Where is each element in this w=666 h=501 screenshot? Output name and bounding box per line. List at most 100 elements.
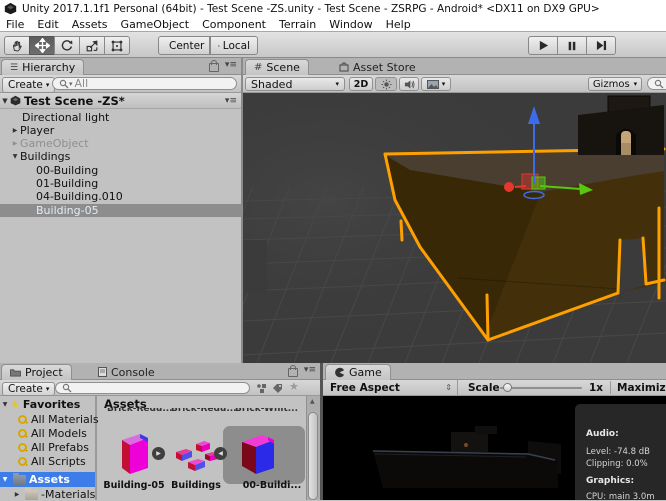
foldout-icon[interactable]: ▶ [10,127,20,134]
scene-lighting-button[interactable] [375,77,397,91]
scale-slider-knob[interactable] [503,383,512,392]
move-tool-button[interactable] [29,36,55,55]
project-tabstrip: Project Console ▾≡ [0,363,320,380]
menu-help[interactable]: Help [386,18,411,31]
prefab-collapse-button[interactable]: ◀ [214,447,227,460]
chevron-down-icon: ▾ [633,80,638,88]
project-create-button[interactable]: Create ▾ [2,382,56,396]
star-icon: ★ [10,398,20,411]
scale-slider-track[interactable] [500,387,582,389]
rotation-local-label: Local [222,39,250,52]
hierarchy-create-button[interactable]: Create ▾ [2,77,56,93]
hierarchy-toolbar: Create ▾ ▾ All [0,75,241,93]
tab-game[interactable]: Game [325,364,391,380]
scene-viewport[interactable] [243,93,666,363]
hierarchy-item-00-building[interactable]: 00-Building [0,164,277,177]
search-by-label-icon[interactable] [272,383,283,393]
game-toolbar: Free Aspect ⇕ Scale 1x Maximize O [323,380,666,396]
asset-grid-scrollbar[interactable]: ▲ [306,396,320,500]
asset-thumbnail-buildings[interactable] [172,430,220,478]
asset-label-00-building[interactable]: 00-Buildi... [237,480,306,491]
rect-tool-icon [111,40,123,51]
foldout-icon[interactable]: ▶ [10,140,20,147]
search-by-type-icon[interactable] [256,383,267,393]
rect-tool-button[interactable] [104,36,130,55]
scene-root-label: Test Scene -ZS* [24,93,125,108]
favorite-all-materials[interactable]: All Materials [0,413,112,426]
draw-mode-dropdown[interactable]: Shaded ▾ [245,77,345,91]
hierarchy-item-04-building[interactable]: 04-Building.010 [0,190,277,203]
pivot-center-button[interactable]: Center [158,36,210,55]
gizmos-dropdown[interactable]: Gizmos ▾ [588,77,642,91]
step-button[interactable] [586,36,616,55]
hierarchy-item-player[interactable]: ▶ Player [0,124,251,137]
scale-tool-button[interactable] [79,36,105,55]
menu-file[interactable]: File [6,18,24,31]
maximize-on-play-button[interactable]: Maximize O [617,382,666,394]
project-search-input[interactable] [55,382,250,394]
hierarchy-item-buildings[interactable]: ▼ Buildings [0,150,251,163]
scrollbar-thumb[interactable] [308,412,318,500]
tab-scene[interactable]: # Scene [245,59,309,75]
window-title: Unity 2017.1.1f1 Personal (64bit) - Test… [22,2,600,15]
aspect-dropdown[interactable]: Free Aspect ⇕ [325,380,458,395]
scene-effects-dropdown[interactable]: ▾ [421,77,451,91]
search-filter-chevron[interactable]: ▾ [69,80,73,88]
lock-icon[interactable] [209,60,219,72]
play-button[interactable] [528,36,558,55]
asset-label-buildings[interactable]: Buildings [161,480,231,491]
tab-project[interactable]: Project [1,364,72,380]
2d-toggle-button[interactable]: 2D [349,77,373,91]
gizmo-axis-x[interactable] [514,185,527,188]
scene-search-input[interactable] [647,77,666,90]
foldout-icon[interactable]: ▼ [0,476,10,483]
favorite-all-prefabs[interactable]: All Prefabs [0,441,112,454]
scene-panel: # Scene Asset Store Shaded ▾ 2D ▾ Gizmos… [243,58,666,363]
scene-audio-button[interactable] [399,77,419,91]
scene-menu-icon[interactable]: ▾≡ [225,96,237,106]
panel-menu-icon[interactable]: ▾≡ [225,60,237,70]
menu-component[interactable]: Component [202,18,266,31]
gizmo-x-handle[interactable] [504,182,514,192]
foldout-icon[interactable]: ▼ [0,401,10,408]
hierarchy-item-directional-light[interactable]: Directional light [0,111,263,124]
tab-console[interactable]: Console [90,364,163,380]
menu-gameobject[interactable]: GameObject [121,18,190,31]
menu-edit[interactable]: Edit [37,18,58,31]
tab-hierarchy[interactable]: ☰ Hierarchy [1,59,85,75]
folder-icon [10,369,21,377]
foldout-icon[interactable]: ▶ [12,491,22,498]
unity-logo-icon [4,2,17,15]
scroll-up-icon[interactable]: ▲ [310,398,315,405]
foldout-icon[interactable]: ▼ [10,153,20,160]
assets-root-folder[interactable]: ▼ Assets [0,472,95,487]
asset-thumbnail-building-05[interactable] [110,430,158,478]
favorites-root[interactable]: ▼ ★ Favorites [0,398,95,411]
panel-menu-icon[interactable]: ▾≡ [304,365,316,375]
hierarchy-item-building-05[interactable]: Building-05 [0,204,277,217]
menu-window[interactable]: Window [329,18,372,31]
tab-asset-store[interactable]: Asset Store [331,59,424,75]
game-pacman-icon [335,367,345,378]
scene-root-row[interactable]: ▼ Test Scene -ZS* ▾≡ [0,93,241,109]
hierarchy-item-gameobject[interactable]: ▶ GameObject [0,137,251,150]
hand-tool-button[interactable] [4,36,30,55]
foldout-icon[interactable]: ▼ [0,97,10,105]
asset-thumbnail-00-building[interactable] [234,430,282,478]
prefab-expand-button[interactable]: ▶ [152,447,165,460]
hierarchy-search-input[interactable]: ▾ All [52,77,237,90]
rotation-local-button[interactable]: Local [210,36,258,55]
favorite-all-scripts[interactable]: All Scripts [0,455,112,468]
menu-terrain[interactable]: Terrain [279,18,316,31]
rotate-tool-button[interactable] [54,36,80,55]
asset-label-building-05[interactable]: Building-05 [99,480,169,491]
search-icon [654,79,664,88]
favorite-all-models[interactable]: All Models [0,427,112,440]
pause-button[interactable] [557,36,587,55]
lock-icon[interactable] [288,365,298,377]
hierarchy-item-01-building[interactable]: 01-Building [0,177,277,190]
favorite-star-icon[interactable]: ★ [289,380,299,393]
materials-folder[interactable]: ▶ -Materials [0,487,107,501]
menu-assets[interactable]: Assets [72,18,108,31]
chevron-down-icon: ▾ [335,80,339,88]
